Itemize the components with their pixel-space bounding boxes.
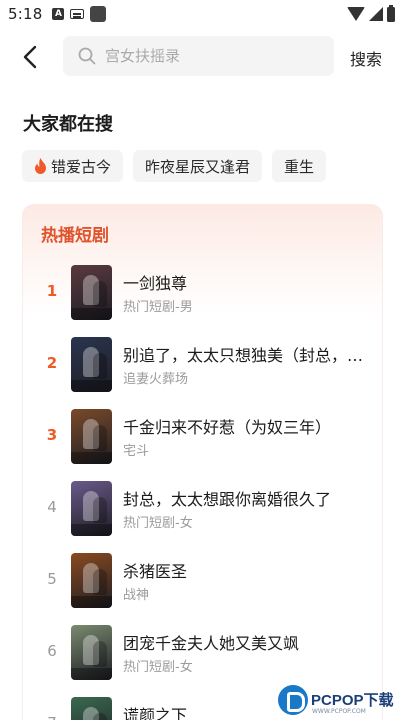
hot-search-tag[interactable]: 昨夜星辰又逢君: [133, 150, 263, 182]
ranking-row[interactable]: 6 团宠千金夫人她又美又飒热门短剧-女: [23, 623, 382, 681]
system-icons: [347, 4, 395, 22]
ranking-row[interactable]: 1 一剑独尊热门短剧-男: [23, 263, 382, 321]
search-input[interactable]: [105, 47, 305, 65]
search-button[interactable]: 搜索: [350, 46, 382, 70]
hot-search-tags: 错爱古今 昨夜星辰又逢君 重生: [22, 150, 327, 182]
drama-category: 战神: [123, 588, 150, 603]
ranking-row[interactable]: 2 别追了，太太只想独美（封总，… 追妻火葬场: [23, 335, 382, 393]
drama-category: 宅斗: [123, 444, 150, 459]
pcpop-logo-icon: [278, 685, 308, 715]
chevron-left-icon: [23, 45, 37, 69]
app-square-icon: [90, 6, 107, 22]
pcpop-watermark: PCPOP下载 WWW.PCPOP.COM: [278, 682, 404, 718]
rank-number: 2: [46, 354, 58, 372]
rank-number: 5: [47, 570, 57, 588]
ranking-row[interactable]: 5 杀猪医圣战神: [23, 551, 382, 609]
hot-searches-title: 大家都在搜: [23, 114, 113, 135]
drama-title[interactable]: 一剑独尊: [123, 270, 363, 294]
ranking-title: 热播短剧: [41, 226, 109, 246]
drama-title[interactable]: 封总，太太想跟你离婚很久了: [123, 486, 363, 510]
watermark-brand: PCPOP下载: [311, 691, 394, 709]
rank-number: 3: [46, 426, 58, 444]
status-bar: 5:18 A: [0, 0, 405, 28]
drama-title[interactable]: 杀猪医圣: [123, 558, 363, 582]
ranking-row[interactable]: 4 封总，太太想跟你离婚很久了热门短剧-女: [23, 479, 382, 537]
notification-icons: A: [52, 6, 107, 22]
drama-cover-image[interactable]: [71, 625, 112, 680]
wifi-icon: [347, 7, 365, 21]
tag-label: 错爱古今: [51, 157, 112, 176]
drama-category: 追妻火葬场: [123, 372, 189, 387]
watermark-sub: WWW.PCPOP.COM: [312, 708, 366, 715]
rank-number: 7: [45, 714, 59, 720]
rank-number: 4: [47, 498, 57, 516]
signal-icon: [369, 7, 383, 21]
hot-search-tag[interactable]: 重生: [272, 150, 327, 182]
battery-icon: [387, 4, 395, 22]
drama-category: 热门短剧-男: [123, 300, 193, 315]
drama-cover-image[interactable]: [71, 409, 112, 464]
drama-cover-image[interactable]: [71, 553, 112, 608]
drama-category: 热门短剧-女: [123, 660, 193, 675]
search-box[interactable]: [63, 36, 334, 76]
hot-drama-ranking-card: 热播短剧 1 一剑独尊热门短剧-男 2 别追了，太太只想独美（封总，… 追妻火葬场 3 千金…: [22, 204, 383, 720]
keyboard-icon: [70, 9, 85, 19]
hot-search-tag[interactable]: 错爱古今: [22, 150, 124, 182]
ranking-row[interactable]: 3 千金归来不好惹（为奴三年） 宅斗: [23, 407, 382, 465]
app-notification-icon: A: [52, 8, 65, 20]
drama-title[interactable]: 千金归来不好惹（为奴三年）: [123, 414, 363, 438]
drama-cover-image[interactable]: [71, 265, 112, 320]
back-button[interactable]: [18, 44, 44, 70]
status-time: 5:18: [8, 5, 43, 23]
rank-number: 6: [47, 642, 57, 660]
tag-label: 重生: [284, 157, 315, 176]
drama-category: 热门短剧-女: [123, 516, 193, 531]
drama-cover-image[interactable]: [71, 481, 112, 536]
fire-icon: [35, 158, 46, 174]
drama-cover-image[interactable]: [71, 697, 112, 720]
search-header: 搜索: [0, 36, 405, 76]
tag-label: 昨夜星辰又逢君: [145, 157, 251, 176]
drama-cover-image[interactable]: [71, 337, 112, 392]
search-icon: [78, 47, 96, 65]
drama-title[interactable]: 团宠千金夫人她又美又飒: [123, 630, 363, 654]
drama-title[interactable]: 别追了，太太只想独美（封总，…: [123, 342, 363, 366]
rank-number: 1: [46, 282, 58, 300]
